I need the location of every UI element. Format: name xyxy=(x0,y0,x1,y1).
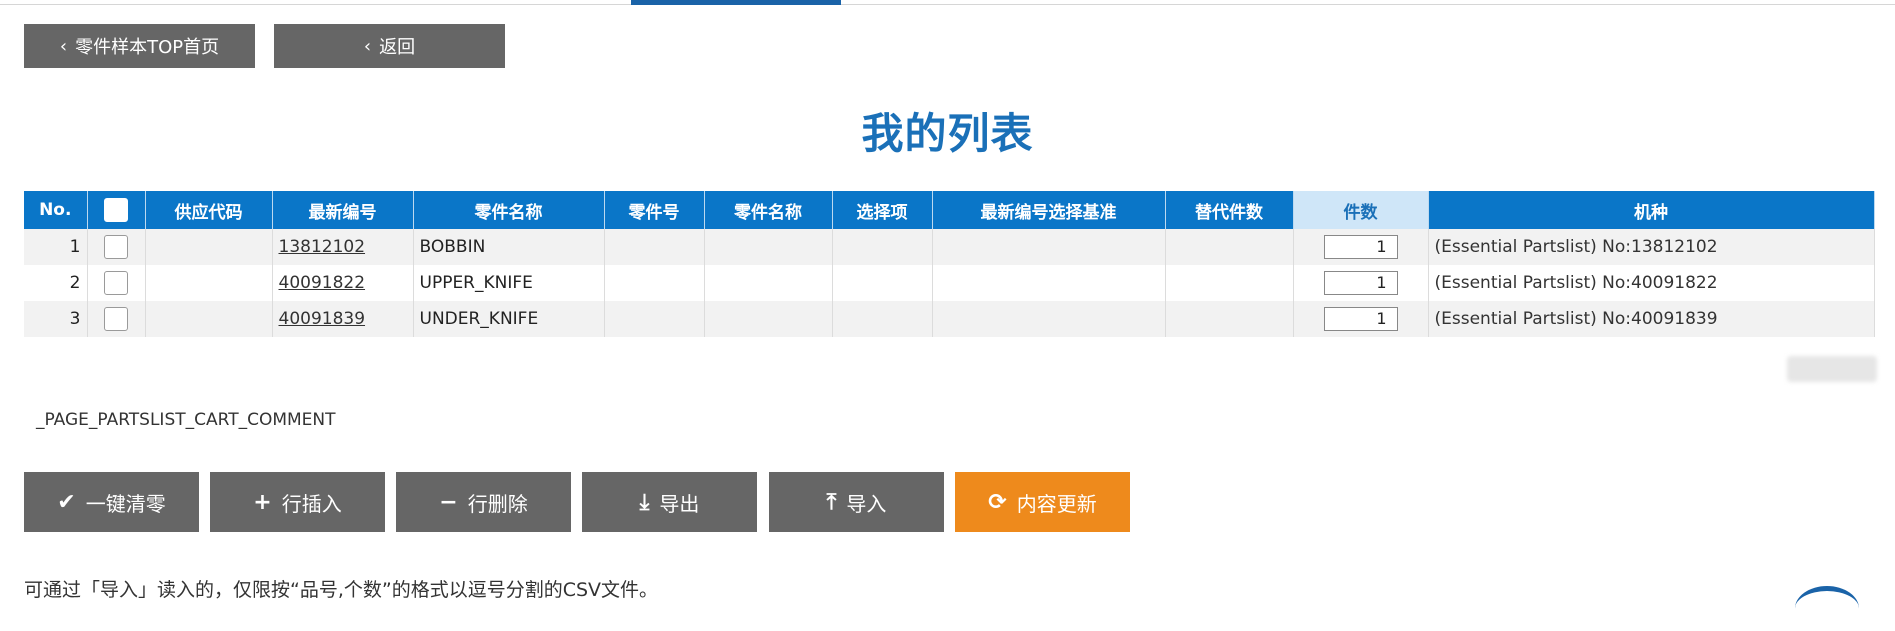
back-label: 返回 xyxy=(379,37,416,58)
supply-code-cell xyxy=(145,229,273,265)
row-checkbox[interactable] xyxy=(104,307,128,331)
delete-row-label: 行删除 xyxy=(467,491,528,516)
clear-all-button[interactable]: ✔ 一键清零 xyxy=(24,472,199,532)
machine-cell: (Essential Partslist) No:40091839 xyxy=(1428,301,1875,337)
quantity-input[interactable]: 1 xyxy=(1323,307,1398,331)
clear-all-label: 一键清零 xyxy=(85,491,166,516)
export-label: 导出 xyxy=(659,491,700,516)
export-button[interactable]: ⤓ 导出 xyxy=(582,472,757,532)
table-row: 3 40091839 UNDER_KNIFE 1 (Essential Part… xyxy=(24,301,1875,337)
active-tab-indicator xyxy=(631,0,841,5)
table-row: 2 40091822 UPPER_KNIFE 1 (Essential Part… xyxy=(24,265,1875,301)
import-note: 可通过「导入」读入的，仅限按“品号,个数”的格式以逗号分割的CSV文件。 xyxy=(24,579,659,601)
import-button[interactable]: ⤒ 导入 xyxy=(769,472,944,532)
cart-comment: _PAGE_PARTSLIST_CART_COMMENT xyxy=(36,410,336,430)
quantity-input[interactable]: 1 xyxy=(1323,271,1398,295)
part-number-cell xyxy=(604,265,705,301)
col-machine: 机种 xyxy=(1428,191,1875,229)
col-option: 选择项 xyxy=(832,191,933,229)
part-number-cell xyxy=(604,229,705,265)
plus-icon: + xyxy=(253,489,272,515)
alternatives-cell xyxy=(1165,301,1294,337)
latest-number-link[interactable]: 13812102 xyxy=(279,237,366,257)
machine-cell: (Essential Partslist) No:40091822 xyxy=(1428,265,1875,301)
table-header-row: No. 供应代码 最新编号 零件名称 零件号 零件名称 选择项 最新编号选择基准… xyxy=(24,191,1875,229)
parts-top-label: 零件样本TOP首页 xyxy=(75,37,220,58)
supply-code-cell xyxy=(145,301,273,337)
upload-icon: ⤒ xyxy=(826,489,837,515)
col-part-name-2: 零件名称 xyxy=(704,191,833,229)
basis-cell xyxy=(932,229,1166,265)
option-cell xyxy=(832,301,933,337)
part-name-cell: UNDER_KNIFE xyxy=(413,301,605,337)
part-name-2-cell xyxy=(704,229,833,265)
alternatives-cell xyxy=(1165,229,1294,265)
insert-row-label: 行插入 xyxy=(281,491,342,516)
col-selection-basis: 最新编号选择基准 xyxy=(932,191,1166,229)
row-checkbox[interactable] xyxy=(104,271,128,295)
row-no: 3 xyxy=(24,301,88,337)
alternatives-cell xyxy=(1165,265,1294,301)
row-no: 1 xyxy=(24,229,88,265)
row-checkbox[interactable] xyxy=(104,235,128,259)
basis-cell xyxy=(932,301,1166,337)
latest-number-link[interactable]: 40091839 xyxy=(279,309,366,329)
col-part-name: 零件名称 xyxy=(413,191,605,229)
delete-row-button[interactable]: − 行删除 xyxy=(396,472,571,532)
insert-row-button[interactable]: + 行插入 xyxy=(210,472,385,532)
col-latest-number: 最新编号 xyxy=(272,191,414,229)
check-icon: ✔ xyxy=(57,489,76,515)
col-part-number: 零件号 xyxy=(604,191,705,229)
part-name-2-cell xyxy=(704,301,833,337)
latest-number-link[interactable]: 40091822 xyxy=(279,273,366,293)
col-quantity: 件数 xyxy=(1293,191,1429,229)
parts-top-button[interactable]: ‹ 零件样本TOP首页 xyxy=(24,24,255,68)
part-name-2-cell xyxy=(704,265,833,301)
import-label: 导入 xyxy=(846,491,887,516)
part-name-cell: BOBBIN xyxy=(413,229,605,265)
col-select-all[interactable] xyxy=(87,191,146,229)
col-supply-code: 供应代码 xyxy=(145,191,273,229)
part-number-cell xyxy=(604,301,705,337)
top-divider xyxy=(0,4,1895,5)
select-all-checkbox[interactable] xyxy=(104,198,128,222)
chevron-left-icon: ‹ xyxy=(59,35,68,57)
download-icon: ⤓ xyxy=(639,489,650,515)
col-alternatives: 替代件数 xyxy=(1165,191,1294,229)
table-row: 1 13812102 BOBBIN 1 (Essential Partslist… xyxy=(24,229,1875,265)
quantity-input[interactable]: 1 xyxy=(1323,235,1398,259)
col-no: No. xyxy=(24,191,88,229)
page-title: 我的列表 xyxy=(861,109,1034,158)
basis-cell xyxy=(932,265,1166,301)
option-cell xyxy=(832,265,933,301)
refresh-icon: ⟳ xyxy=(988,489,1007,515)
row-no: 2 xyxy=(24,265,88,301)
parts-table: No. 供应代码 最新编号 零件名称 零件号 零件名称 选择项 最新编号选择基准… xyxy=(24,191,1875,337)
chevron-left-icon: ‹ xyxy=(363,35,372,57)
update-label: 内容更新 xyxy=(1016,491,1097,516)
update-button[interactable]: ⟳ 内容更新 xyxy=(955,472,1130,532)
minus-icon: − xyxy=(439,489,458,515)
machine-cell: (Essential Partslist) No:13812102 xyxy=(1428,229,1875,265)
part-name-cell: UPPER_KNIFE xyxy=(413,265,605,301)
supply-code-cell xyxy=(145,265,273,301)
blurred-region xyxy=(1787,356,1877,382)
back-button[interactable]: ‹ 返回 xyxy=(274,24,505,68)
option-cell xyxy=(832,229,933,265)
